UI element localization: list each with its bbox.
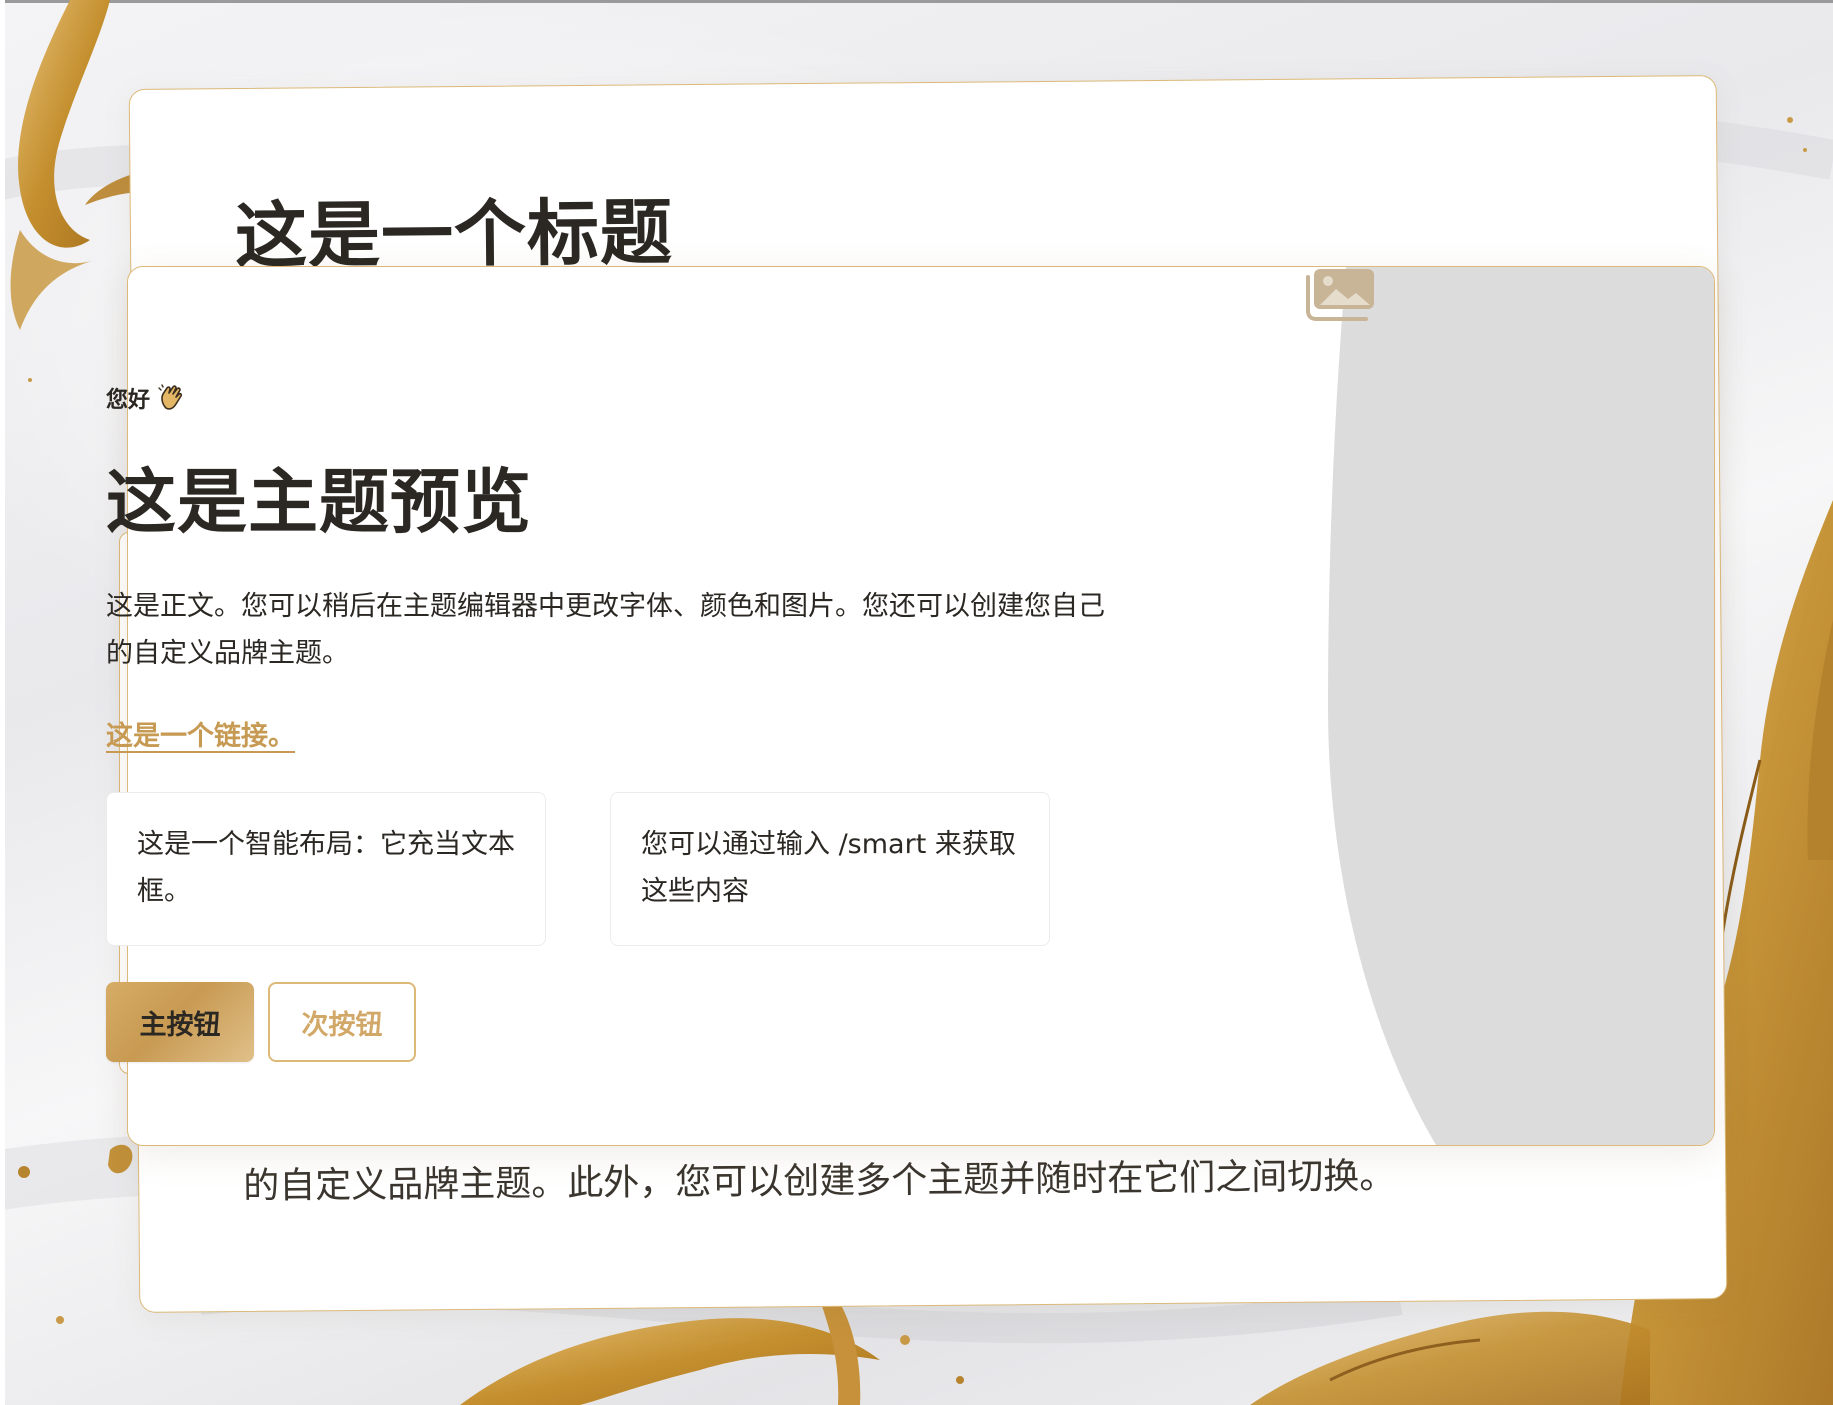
left-edge bbox=[0, 0, 5, 1405]
primary-button[interactable]: 主按钮 bbox=[106, 982, 254, 1062]
smart-layout-box-2: 您可以通过输入 /smart 来获取这些内容 bbox=[610, 792, 1050, 946]
smart-layout-box-1: 这是一个智能布局：它充当文本框。 bbox=[106, 792, 546, 946]
image-placeholder-icon bbox=[1306, 269, 1374, 321]
image-placeholder-panel[interactable] bbox=[1306, 267, 1714, 1145]
image-placeholder-shape bbox=[1328, 267, 1714, 1145]
preview-title: 这是主题预览 bbox=[106, 461, 532, 543]
preview-body-text: 这是正文。您可以稍后在主题编辑器中更改字体、颜色和图片。您还可以创建您自己的自定… bbox=[106, 591, 1105, 669]
sample-link[interactable]: 这是一个链接。 bbox=[106, 714, 295, 753]
secondary-button[interactable]: 次按钮 bbox=[268, 982, 416, 1062]
greeting: 您好 bbox=[106, 382, 186, 414]
back-slide-body-text: 的自定义品牌主题。此外，您可以创建多个主题并随时在它们之间切换。 bbox=[243, 1155, 1396, 1207]
greeting-text: 您好 bbox=[106, 388, 151, 413]
waving-hand-icon bbox=[158, 384, 183, 410]
